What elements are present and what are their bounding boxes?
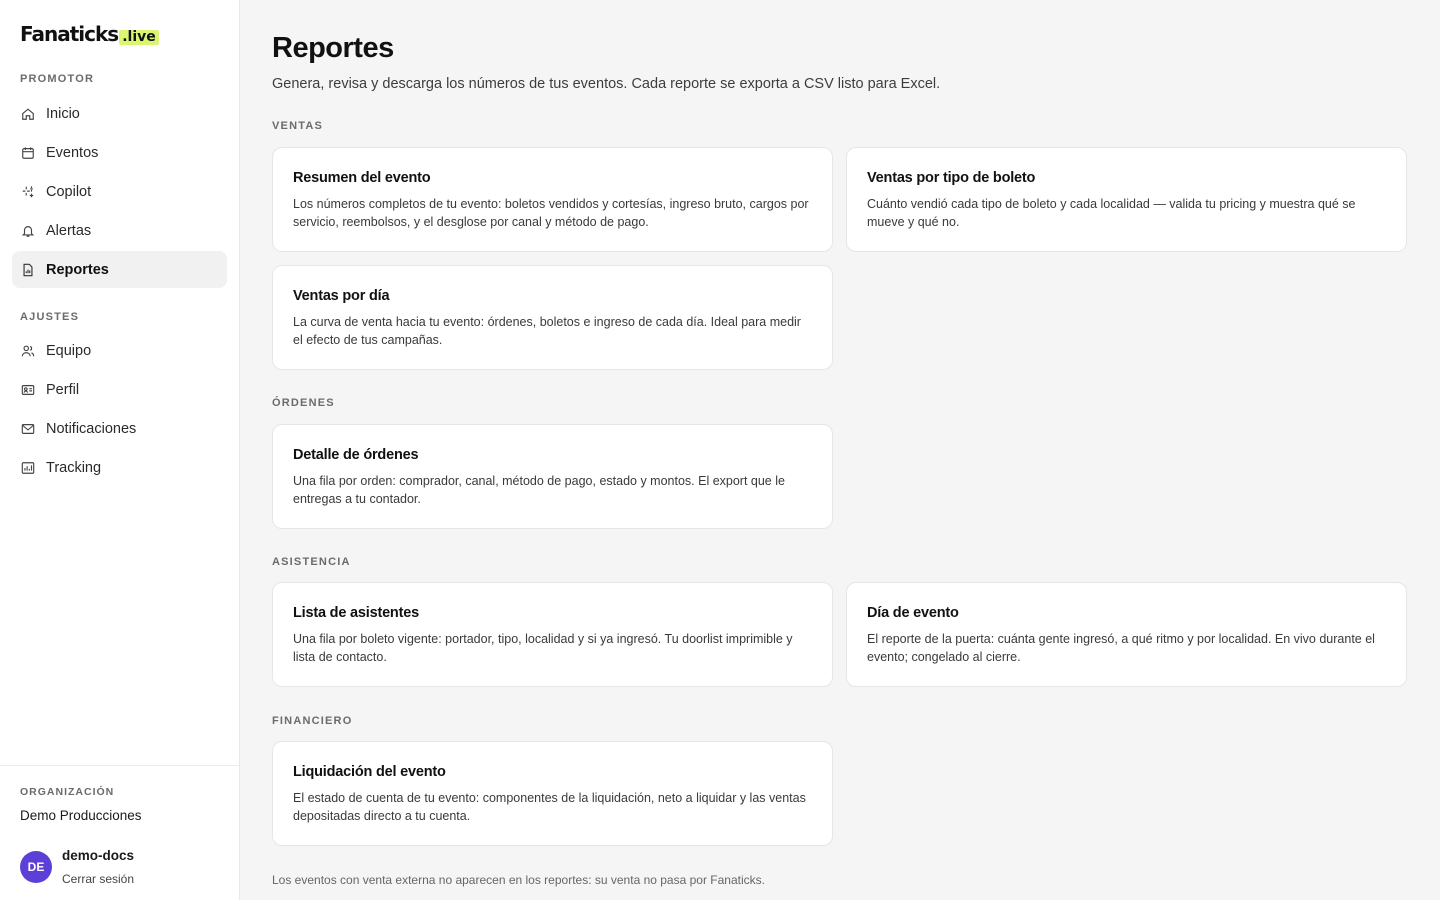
sidebar-item-label: Perfil	[46, 381, 80, 398]
logout-link[interactable]: Cerrar sesión	[62, 872, 134, 886]
card-description: Una fila por boleto vigente: portador, t…	[293, 632, 793, 664]
card-description: El estado de cuenta de tu evento: compon…	[293, 791, 806, 823]
section-label-ajustes: AJUSTES	[20, 311, 80, 323]
mail-icon	[20, 421, 36, 437]
report-card-ventas-por-dia[interactable]: Ventas por día La curva de venta hacia t…	[272, 265, 833, 370]
sidebar-item-label: Inicio	[46, 105, 80, 122]
card-description: Cuánto vendió cada tipo de boleto y cada…	[867, 197, 1356, 229]
card-description: El reporte de la puerta: cuánta gente in…	[867, 632, 1375, 664]
brand-suffix: .live	[119, 30, 159, 45]
report-card-lista-asistentes[interactable]: Lista de asistentes Una fila por boleto …	[272, 582, 833, 687]
report-icon	[20, 262, 36, 278]
sidebar-item-label: Alertas	[46, 222, 92, 239]
org-name[interactable]: Demo Producciones	[20, 808, 142, 823]
sidebar-item-tracking[interactable]: Tracking	[12, 449, 227, 486]
group-label-financiero: FINANCIERO	[272, 715, 353, 727]
sidebar-item-inicio[interactable]: Inicio	[12, 95, 227, 132]
sidebar-item-alertas[interactable]: Alertas	[12, 212, 227, 249]
org-label: ORGANIZACIÓN	[20, 786, 115, 798]
card-title: Ventas por día	[293, 288, 390, 304]
card-title: Liquidación del evento	[293, 764, 446, 780]
card-title: Día de evento	[867, 605, 959, 621]
card-title: Lista de asistentes	[293, 605, 419, 621]
sidebar-item-reportes[interactable]: Reportes	[12, 251, 227, 288]
sidebar-item-label: Reportes	[46, 261, 109, 278]
sidebar: Fanaticks .live PROMOTOR Inicio Eventos …	[0, 0, 240, 900]
users-icon	[20, 343, 36, 359]
sidebar-item-label: Equipo	[46, 342, 92, 359]
report-card-dia-evento[interactable]: Día de evento El reporte de la puerta: c…	[846, 582, 1407, 687]
group-label-ordenes: ÓRDENES	[272, 397, 335, 409]
sidebar-item-perfil[interactable]: Perfil	[12, 371, 227, 408]
home-icon	[20, 106, 36, 122]
sidebar-item-label: Tracking	[46, 459, 102, 476]
group-label-asistencia: ASISTENCIA	[272, 556, 351, 568]
id-card-icon	[20, 382, 36, 398]
footnote: Los eventos con venta externa no aparece…	[272, 873, 765, 887]
sidebar-item-copilot[interactable]: Copilot	[12, 173, 227, 210]
sidebar-item-label: Notificaciones	[46, 420, 137, 437]
section-label-promotor: PROMOTOR	[20, 73, 95, 85]
report-card-resumen-evento[interactable]: Resumen del evento Los números completos…	[272, 147, 833, 252]
page-title: Reportes	[272, 32, 394, 64]
group-label-ventas: VENTAS	[272, 120, 324, 132]
page-subtitle: Genera, revisa y descarga los números de…	[272, 76, 941, 92]
brand-name: Fanaticks	[20, 22, 119, 46]
sidebar-item-notificaciones[interactable]: Notificaciones	[12, 410, 227, 447]
avatar[interactable]: DE	[20, 851, 52, 883]
card-title: Resumen del evento	[293, 170, 431, 186]
chart-icon	[20, 460, 36, 476]
user-name: demo-docs	[62, 848, 135, 863]
card-title: Detalle de órdenes	[293, 447, 419, 463]
calendar-icon	[20, 145, 36, 161]
report-card-detalle-ordenes[interactable]: Detalle de órdenes Una fila por orden: c…	[272, 424, 833, 529]
sidebar-item-eventos[interactable]: Eventos	[12, 134, 227, 171]
brand-logo[interactable]: Fanaticks .live	[20, 22, 159, 46]
sparkle-icon	[20, 184, 36, 200]
sidebar-item-equipo[interactable]: Equipo	[12, 332, 227, 369]
sidebar-item-label: Eventos	[46, 144, 99, 161]
report-card-liquidacion-evento[interactable]: Liquidación del evento El estado de cuen…	[272, 741, 833, 846]
bell-icon	[20, 223, 36, 239]
report-card-ventas-tipo-boleto[interactable]: Ventas por tipo de boleto Cuánto vendió …	[846, 147, 1407, 252]
card-description: Los números completos de tu evento: bole…	[293, 197, 809, 229]
sidebar-item-label: Copilot	[46, 183, 92, 200]
card-description: La curva de venta hacia tu evento: órden…	[293, 315, 801, 347]
card-description: Una fila por orden: comprador, canal, mé…	[293, 474, 785, 506]
sidebar-footer: ORGANIZACIÓN Demo Producciones DE demo-d…	[0, 765, 240, 900]
card-title: Ventas por tipo de boleto	[867, 170, 1036, 186]
